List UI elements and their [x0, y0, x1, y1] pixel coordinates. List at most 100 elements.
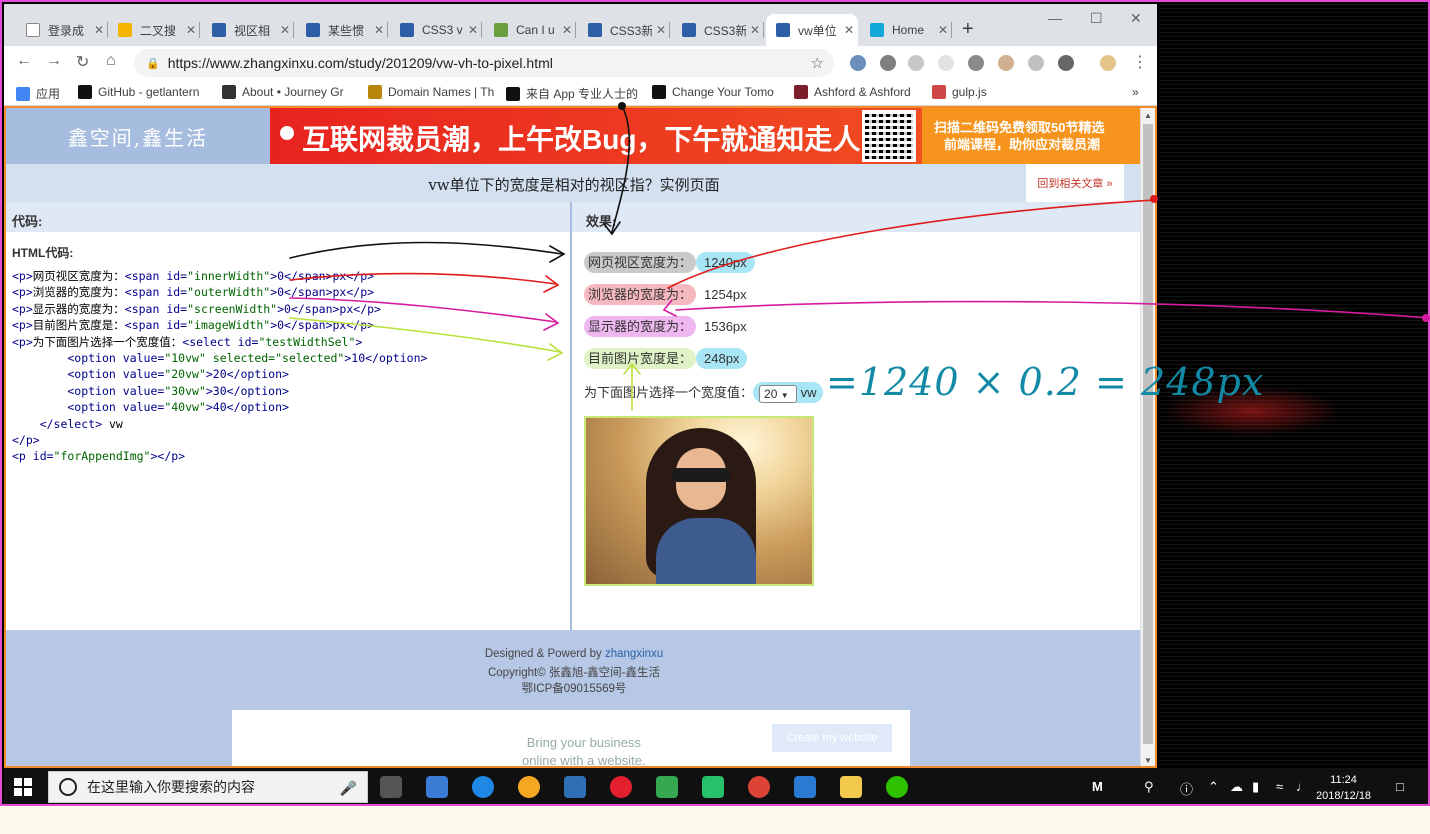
author-link[interactable]: zhangxinxu	[605, 648, 663, 660]
reload-icon[interactable]: ↻	[76, 52, 89, 72]
notification-icon[interactable]: □	[1396, 779, 1404, 794]
address-bar[interactable]: 🔒 https://www.zhangxinxu.com/study/20120…	[134, 49, 834, 77]
bookmark-star-icon[interactable]: ☆	[811, 54, 824, 72]
help-icon[interactable]: ⓘ	[1180, 779, 1193, 798]
browser-tab[interactable]: 登录成 ✕	[16, 14, 108, 46]
extension-icon[interactable]	[938, 55, 954, 71]
footer-designed: Designed & Powerd by zhangxinxu	[6, 648, 1142, 660]
tab-favicon-icon	[400, 23, 414, 37]
close-tab-icon[interactable]: ✕	[840, 23, 858, 37]
close-tab-icon[interactable]: ✕	[746, 23, 764, 37]
opera-icon[interactable]	[610, 776, 632, 798]
browser-tab[interactable]: 视区相 ✕	[202, 14, 294, 46]
site-logo[interactable]: 鑫空间,鑫生活	[6, 108, 270, 164]
maximize-icon[interactable]: ☐	[1090, 10, 1103, 27]
bookmark-item[interactable]: Change Your Tomo	[652, 85, 774, 99]
close-tab-icon[interactable]: ✕	[652, 23, 670, 37]
wifi-icon[interactable]: ≈	[1276, 779, 1283, 794]
code-token: <option value=	[12, 383, 165, 398]
taskbar-search-placeholder: 在这里输入你要搜索的内容	[87, 779, 255, 795]
more-bookmarks-button[interactable]: »	[1132, 85, 1139, 99]
extension-icon[interactable]	[850, 55, 866, 71]
browser-tab[interactable]: vw单位 ✕	[766, 14, 858, 46]
windows-start-icon[interactable]	[14, 778, 32, 796]
footer-ad[interactable]: Bring your business online with a websit…	[232, 710, 910, 766]
volume-icon[interactable]: ♩	[1296, 779, 1309, 794]
browser-tab[interactable]: Home ✕	[860, 14, 952, 46]
close-tab-icon[interactable]: ✕	[182, 23, 200, 37]
app-icon[interactable]	[564, 776, 586, 798]
wechat-icon[interactable]	[886, 776, 908, 798]
viewport-width-label: 网页视区宽度为：	[584, 252, 697, 273]
home-icon[interactable]: ⌂	[106, 52, 116, 70]
file-explorer-icon[interactable]	[840, 776, 862, 798]
iqiyi-icon[interactable]	[702, 776, 724, 798]
bookmark-item[interactable]: gulp.js	[932, 85, 987, 99]
battery-icon[interactable]: ▮	[1252, 779, 1259, 795]
banner-side: 扫描二维码免费领取50节精选 前端课程，助你应对裁员潮	[922, 108, 1142, 164]
extension-icon[interactable]	[1028, 55, 1044, 71]
extension-icon[interactable]	[908, 55, 924, 71]
cloud-icon[interactable]: ☁	[1230, 779, 1243, 795]
microphone-icon[interactable]: 🎤	[340, 780, 357, 797]
browser-tab[interactable]: Can I u ✕	[484, 14, 576, 46]
menu-icon[interactable]: ⋮	[1132, 52, 1148, 72]
back-to-article-link[interactable]: 回到相关文章 »	[1026, 164, 1124, 202]
close-window-icon[interactable]: ✕	[1130, 10, 1142, 27]
chevron-up-icon[interactable]: ⌃	[1208, 779, 1219, 795]
chrome-icon[interactable]	[748, 776, 770, 798]
close-tab-icon[interactable]: ✕	[276, 23, 294, 37]
photo-body	[656, 518, 756, 584]
firefox-icon[interactable]	[518, 776, 540, 798]
extension-icon[interactable]	[968, 55, 984, 71]
tray-app-label[interactable]: M	[1092, 779, 1103, 794]
browser-tab[interactable]: CSS3 v ✕	[390, 14, 482, 46]
profile-avatar[interactable]	[1100, 55, 1116, 71]
close-tab-icon[interactable]: ✕	[370, 23, 388, 37]
store-icon[interactable]	[426, 776, 448, 798]
bookmark-favicon-icon	[794, 85, 808, 99]
create-website-button[interactable]: Create my website	[772, 724, 892, 752]
browser-tab[interactable]: CSS3新 ✕	[578, 14, 670, 46]
browser-tab[interactable]: 二叉搜 ✕	[108, 14, 200, 46]
ad-banner[interactable]: 互联网裁员潮，上午改Bug，下午就通知走人! 扫描二维码免费领取50节精选 前端…	[270, 108, 1142, 164]
bookmark-item[interactable]: Domain Names | Th	[368, 85, 494, 99]
bookmark-favicon-icon	[652, 85, 666, 99]
tab-label: 二叉搜	[140, 23, 177, 38]
effect-header: 效果:	[572, 202, 1142, 232]
back-arrow-icon[interactable]: ←	[16, 52, 32, 70]
scroll-down-icon[interactable]: ▼	[1144, 756, 1152, 765]
width-select-row: 为下面图片选择一个宽度值： 20 ▼ vw	[584, 382, 823, 403]
extension-icon[interactable]	[880, 55, 896, 71]
bookmark-item[interactable]: 应用	[16, 85, 60, 102]
app-icon[interactable]	[656, 776, 678, 798]
close-tab-icon[interactable]: ✕	[90, 23, 108, 37]
width-select[interactable]: 20 ▼	[759, 384, 798, 403]
vscode-icon[interactable]	[794, 776, 816, 798]
close-tab-icon[interactable]: ✕	[464, 23, 482, 37]
new-tab-button[interactable]: +	[962, 18, 974, 41]
bookmark-item[interactable]: GitHub - getlantern	[78, 85, 199, 99]
scrollbar-thumb[interactable]	[1143, 124, 1153, 744]
browser-tab[interactable]: 某些惯 ✕	[296, 14, 388, 46]
minimize-icon[interactable]: —	[1048, 10, 1062, 26]
edge-icon[interactable]	[472, 776, 494, 798]
close-tab-icon[interactable]: ✕	[934, 23, 952, 37]
bookmark-item[interactable]: About • Journey Gr	[222, 85, 344, 99]
task-view-icon[interactable]	[380, 776, 402, 798]
bookmark-item[interactable]: Ashford & Ashford	[794, 85, 911, 99]
scroll-up-icon[interactable]: ▲	[1144, 111, 1152, 120]
bookmark-item[interactable]: 来自 App 专业人士的	[506, 85, 638, 102]
extension-icon[interactable]	[998, 55, 1014, 71]
browser-tab[interactable]: CSS3新 ✕	[672, 14, 764, 46]
people-icon[interactable]: ⚲	[1144, 779, 1154, 795]
close-tab-icon[interactable]: ✕	[558, 23, 576, 37]
footer-icp[interactable]: 鄂ICP备09015569号	[6, 680, 1142, 696]
extension-icon[interactable]	[1058, 55, 1074, 71]
tab-label: vw单位	[798, 23, 837, 38]
clock[interactable]: 11:24 2018/12/18	[1316, 772, 1371, 804]
forward-arrow-icon[interactable]: →	[46, 52, 62, 70]
vertical-scrollbar[interactable]: ▲ ▼	[1140, 108, 1155, 766]
taskbar-search[interactable]: 在这里输入你要搜索的内容 🎤	[48, 771, 368, 803]
site-header: 鑫空间,鑫生活 互联网裁员潮，上午改Bug，下午就通知走人! 扫描二维码免费领取…	[6, 108, 1142, 164]
